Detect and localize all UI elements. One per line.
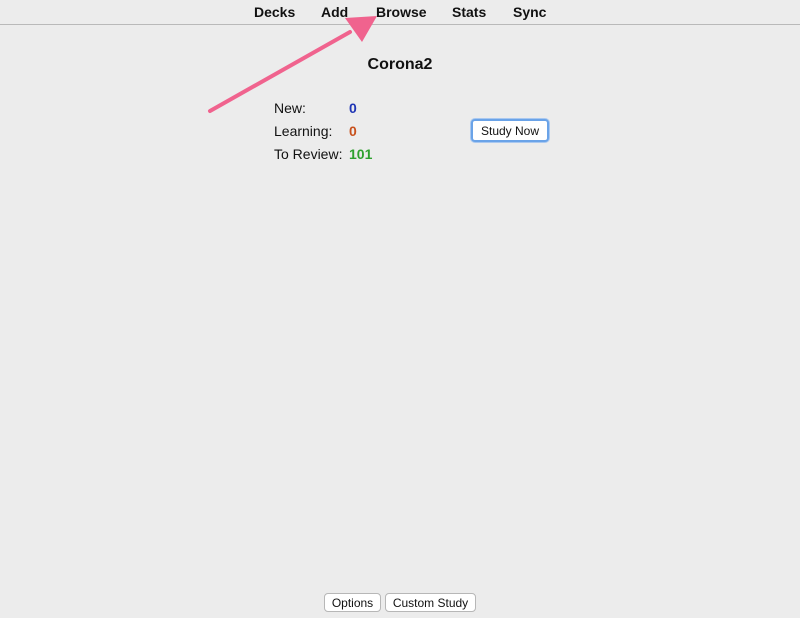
count-value-review: 101 xyxy=(349,146,373,162)
count-label-new: New: xyxy=(274,100,306,116)
count-value-new: 0 xyxy=(349,100,357,116)
deck-title: Corona2 xyxy=(367,56,433,73)
nav-browse-link[interactable]: Browse xyxy=(376,4,427,20)
nav-sync-link[interactable]: Sync xyxy=(513,4,546,20)
custom-study-button[interactable]: Custom Study xyxy=(385,593,476,612)
nav-stats-link[interactable]: Stats xyxy=(452,4,486,20)
bottom-bar: Options Custom Study xyxy=(0,593,800,613)
count-value-learning: 0 xyxy=(349,123,357,139)
nav-decks-link[interactable]: Decks xyxy=(254,4,295,20)
top-toolbar: Decks Add Browse Stats Sync xyxy=(0,0,800,25)
study-now-button[interactable]: Study Now xyxy=(471,119,549,142)
nav-add-link[interactable]: Add xyxy=(321,4,348,20)
options-button[interactable]: Options xyxy=(324,593,381,612)
count-label-learning: Learning: xyxy=(274,123,333,139)
annotation-arrow xyxy=(208,16,377,113)
count-label-review: To Review: xyxy=(274,146,343,162)
